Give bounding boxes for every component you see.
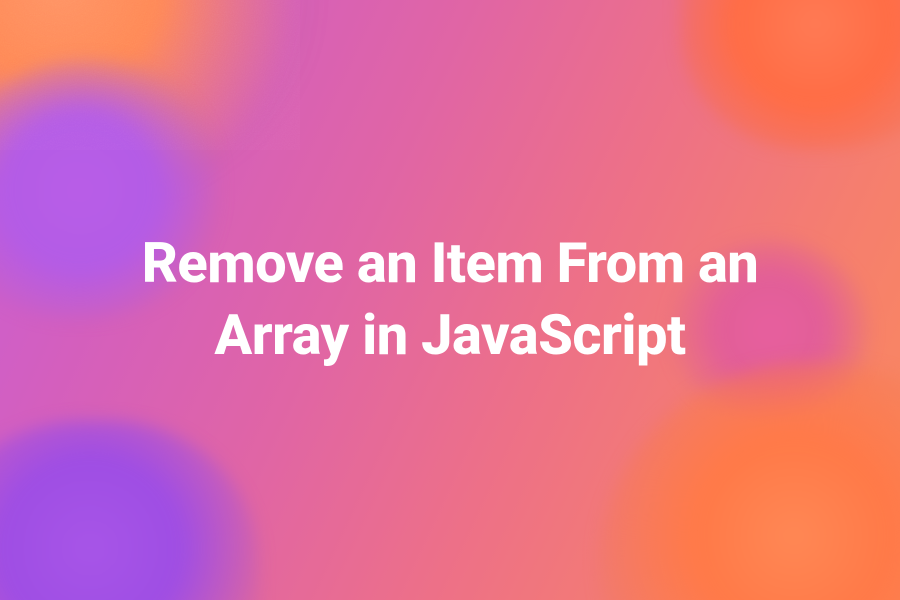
headline-text: Remove an Item From an Array in JavaScri…: [90, 228, 810, 371]
content-wrapper: Remove an Item From an Array in JavaScri…: [0, 0, 900, 600]
